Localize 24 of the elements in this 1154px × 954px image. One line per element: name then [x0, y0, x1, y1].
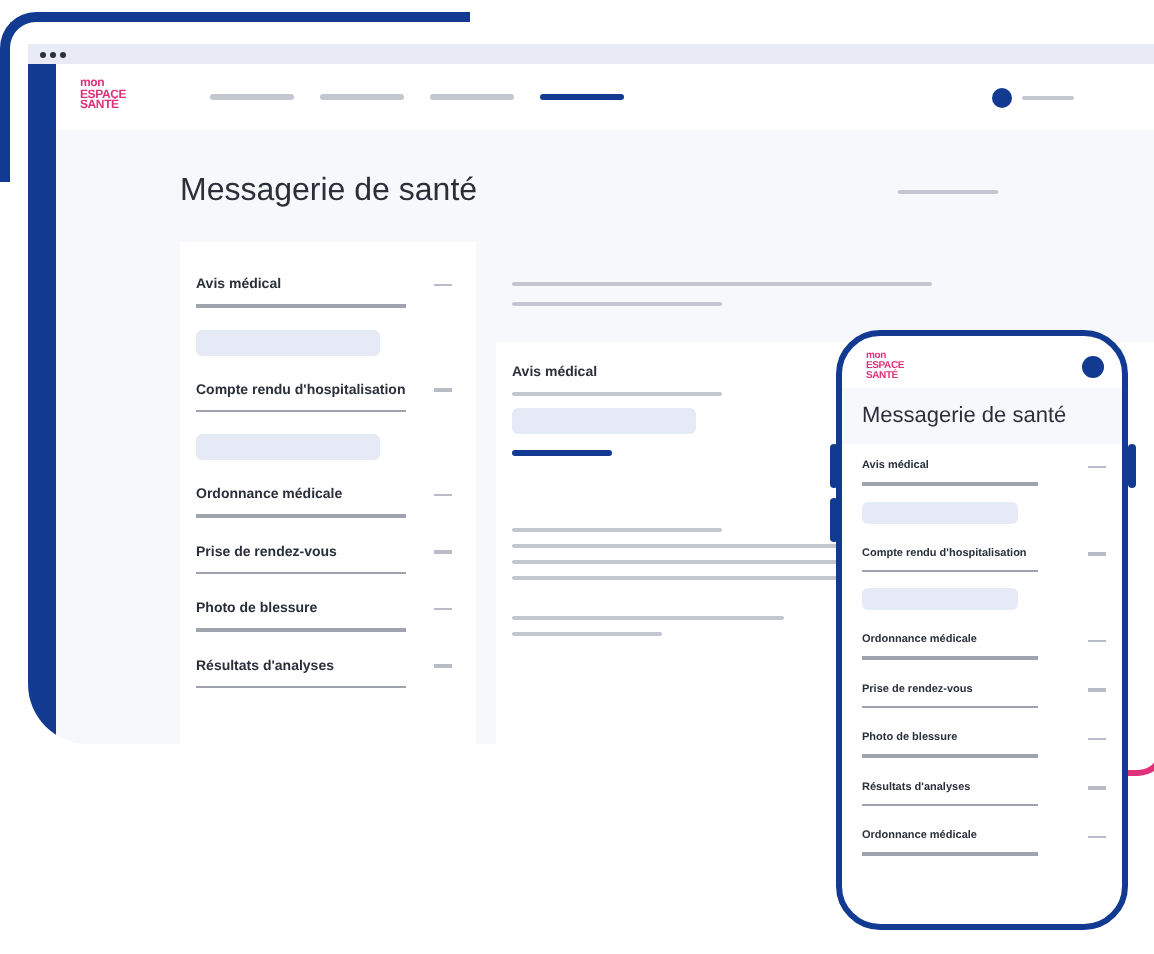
- minus-icon: [1088, 688, 1106, 691]
- link-placeholder-line[interactable]: [512, 450, 612, 456]
- page-title: Messagerie de santé: [180, 174, 478, 210]
- phone-page-title: Messagerie de santé: [842, 388, 1122, 445]
- avatar-icon[interactable]: [992, 87, 1012, 107]
- nav-tab[interactable]: [320, 94, 405, 100]
- minus-icon: [434, 283, 452, 287]
- minus-icon: [1088, 737, 1106, 740]
- nav-tab[interactable]: [540, 94, 625, 100]
- minus-icon: [1088, 786, 1106, 789]
- text-placeholder-line: [898, 190, 998, 194]
- minus-icon: [1088, 465, 1106, 468]
- minus-icon: [434, 550, 452, 554]
- minus-icon: [1088, 552, 1106, 555]
- minus-icon: [1088, 639, 1106, 642]
- minus-icon: [434, 607, 452, 611]
- nav-tab[interactable]: [430, 94, 515, 100]
- nav-tab[interactable]: [210, 94, 295, 100]
- text-placeholder-line: [1022, 95, 1074, 99]
- minus-icon: [434, 388, 452, 392]
- avatar-icon[interactable]: [1082, 355, 1104, 378]
- minus-icon: [434, 664, 452, 668]
- minus-icon: [434, 493, 452, 497]
- minus-icon: [1088, 835, 1106, 838]
